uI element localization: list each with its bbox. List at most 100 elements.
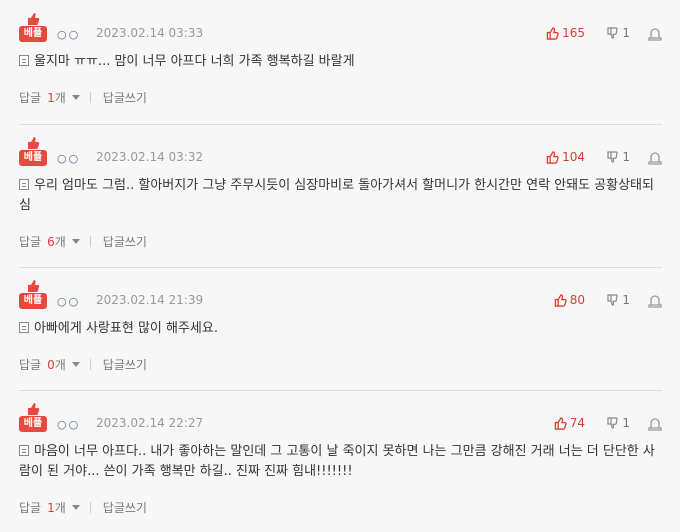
comment-footer: 답글 1개 답글쓰기 [19, 88, 662, 106]
comment-item: 베플 ○○ 2023.02.14 03:32 104 1 우리 엄마도 그럼..… [19, 136, 662, 250]
comment-item: 베플 ○○ 2023.02.14 03:33 165 1 울지마 ㅠㅠ... 맘… [19, 12, 662, 106]
comment-header: 베플 ○○ 2023.02.14 22:27 74 1 [19, 402, 662, 442]
thumbs-up-icon [28, 137, 40, 149]
document-icon [19, 179, 29, 190]
reply-count: 1 [47, 500, 55, 515]
reply-toggle[interactable]: 답글 6개 [19, 233, 66, 250]
siren-icon[interactable] [648, 415, 662, 431]
comment-list: 베플 ○○ 2023.02.14 03:33 165 1 울지마 ㅠㅠ... 맘… [0, 0, 680, 532]
reply-unit: 개 [54, 500, 66, 515]
comment-text: 마음이 너무 아프다.. 내가 좋아하는 말인데 그 고통이 날 죽이지 못하면… [19, 444, 655, 479]
upvote-count: 80 [569, 293, 585, 307]
best-badge: 베플 [19, 279, 47, 309]
best-badge: 베플 [19, 12, 47, 42]
document-icon [19, 322, 29, 333]
thumbs-up-icon [28, 13, 40, 25]
divider [89, 501, 91, 513]
comment-footer: 답글 1개 답글쓰기 [19, 498, 662, 516]
reply-unit: 개 [54, 90, 66, 105]
reply-count: 6 [47, 234, 55, 249]
comment-text: 울지마 ㅠㅠ... 맘이 너무 아프다 너희 가족 행복하길 바랄게 [34, 54, 355, 69]
upvote-button[interactable]: 104 [546, 149, 585, 165]
reply-label: 답글 [19, 90, 42, 105]
reply-unit: 개 [54, 357, 66, 372]
comment-header: 베플 ○○ 2023.02.14 03:32 104 1 [19, 136, 662, 176]
caret-down-icon[interactable] [71, 504, 80, 510]
write-reply-link[interactable]: 답글쓰기 [103, 89, 147, 106]
caret-down-icon[interactable] [71, 361, 80, 367]
author-nick[interactable]: ○○ [57, 152, 80, 165]
divider [89, 235, 91, 247]
comment-date: 2023.02.14 22:27 [96, 416, 204, 430]
comment-header: 베플 ○○ 2023.02.14 21:39 80 1 [19, 279, 662, 319]
best-tag: 베플 [19, 416, 47, 432]
thumbs-up-icon [554, 293, 567, 307]
comment-date: 2023.02.14 03:32 [96, 150, 204, 164]
best-badge: 베플 [19, 136, 47, 166]
thumbs-down-icon [607, 417, 618, 429]
downvote-button[interactable]: 1 [607, 415, 630, 431]
caret-down-icon[interactable] [71, 94, 80, 100]
downvote-count: 1 [622, 416, 630, 430]
downvote-button[interactable]: 1 [607, 149, 630, 165]
caret-down-icon[interactable] [71, 238, 80, 244]
thumbs-up-icon [28, 280, 40, 292]
upvote-count: 74 [569, 416, 585, 430]
comment-body: 울지마 ㅠㅠ... 맘이 너무 아프다 너희 가족 행복하길 바랄게 [19, 52, 662, 72]
upvote-button[interactable]: 165 [546, 25, 585, 41]
reply-label: 답글 [19, 357, 42, 372]
reply-label: 답글 [19, 234, 42, 249]
thumbs-up-icon [546, 26, 559, 40]
reply-toggle[interactable]: 답글 0개 [19, 356, 66, 373]
downvote-button[interactable]: 1 [607, 25, 630, 41]
write-reply-link[interactable]: 답글쓰기 [103, 356, 147, 373]
siren-icon[interactable] [648, 149, 662, 165]
comment-header: 베플 ○○ 2023.02.14 03:33 165 1 [19, 12, 662, 52]
comment-body: 우리 엄마도 그럼.. 할아버지가 그냥 주무시듯이 심장마비로 돌아가셔서 할… [19, 176, 662, 216]
best-tag: 베플 [19, 150, 47, 166]
downvote-count: 1 [622, 293, 630, 307]
downvote-button[interactable]: 1 [607, 292, 630, 308]
comment-body: 아빠에게 사랑표현 많이 해주세요. [19, 319, 662, 339]
siren-icon[interactable] [648, 292, 662, 308]
comment-body: 마음이 너무 아프다.. 내가 좋아하는 말인데 그 고통이 날 죽이지 못하면… [19, 442, 662, 482]
document-icon [19, 445, 29, 456]
reply-toggle[interactable]: 답글 1개 [19, 499, 66, 516]
comment-item: 베플 ○○ 2023.02.14 22:27 74 1 마음이 너무 아프다..… [19, 402, 662, 516]
siren-icon[interactable] [648, 25, 662, 41]
upvote-button[interactable]: 80 [554, 292, 585, 308]
write-reply-link[interactable]: 답글쓰기 [103, 499, 147, 516]
author-nick[interactable]: ○○ [57, 295, 80, 308]
divider [89, 91, 91, 103]
best-badge: 베플 [19, 402, 47, 432]
upvote-button[interactable]: 74 [554, 415, 585, 431]
divider [89, 358, 91, 370]
downvote-count: 1 [622, 26, 630, 40]
document-icon [19, 55, 29, 66]
comment-divider [19, 267, 662, 268]
comment-text: 아빠에게 사랑표현 많이 해주세요. [34, 321, 218, 336]
thumbs-up-icon [546, 150, 559, 164]
write-reply-link[interactable]: 답글쓰기 [103, 233, 147, 250]
thumbs-up-icon [554, 416, 567, 430]
comment-divider [19, 124, 662, 125]
comment-divider [19, 390, 662, 391]
comment-item: 베플 ○○ 2023.02.14 21:39 80 1 아빠에게 사랑표현 많이… [19, 279, 662, 373]
comment-footer: 답글 0개 답글쓰기 [19, 355, 662, 373]
reply-unit: 개 [54, 234, 66, 249]
comment-date: 2023.02.14 03:33 [96, 26, 204, 40]
upvote-count: 165 [562, 26, 585, 40]
reply-count: 0 [47, 357, 55, 372]
author-nick[interactable]: ○○ [57, 28, 80, 41]
upvote-count: 104 [562, 150, 585, 164]
reply-count: 1 [47, 90, 55, 105]
downvote-count: 1 [622, 150, 630, 164]
thumbs-down-icon [607, 151, 618, 163]
thumbs-up-icon [28, 403, 40, 415]
thumbs-down-icon [607, 27, 618, 39]
best-tag: 베플 [19, 293, 47, 309]
reply-toggle[interactable]: 답글 1개 [19, 89, 66, 106]
comment-date: 2023.02.14 21:39 [96, 293, 204, 307]
reply-label: 답글 [19, 500, 42, 515]
author-nick[interactable]: ○○ [57, 418, 80, 431]
